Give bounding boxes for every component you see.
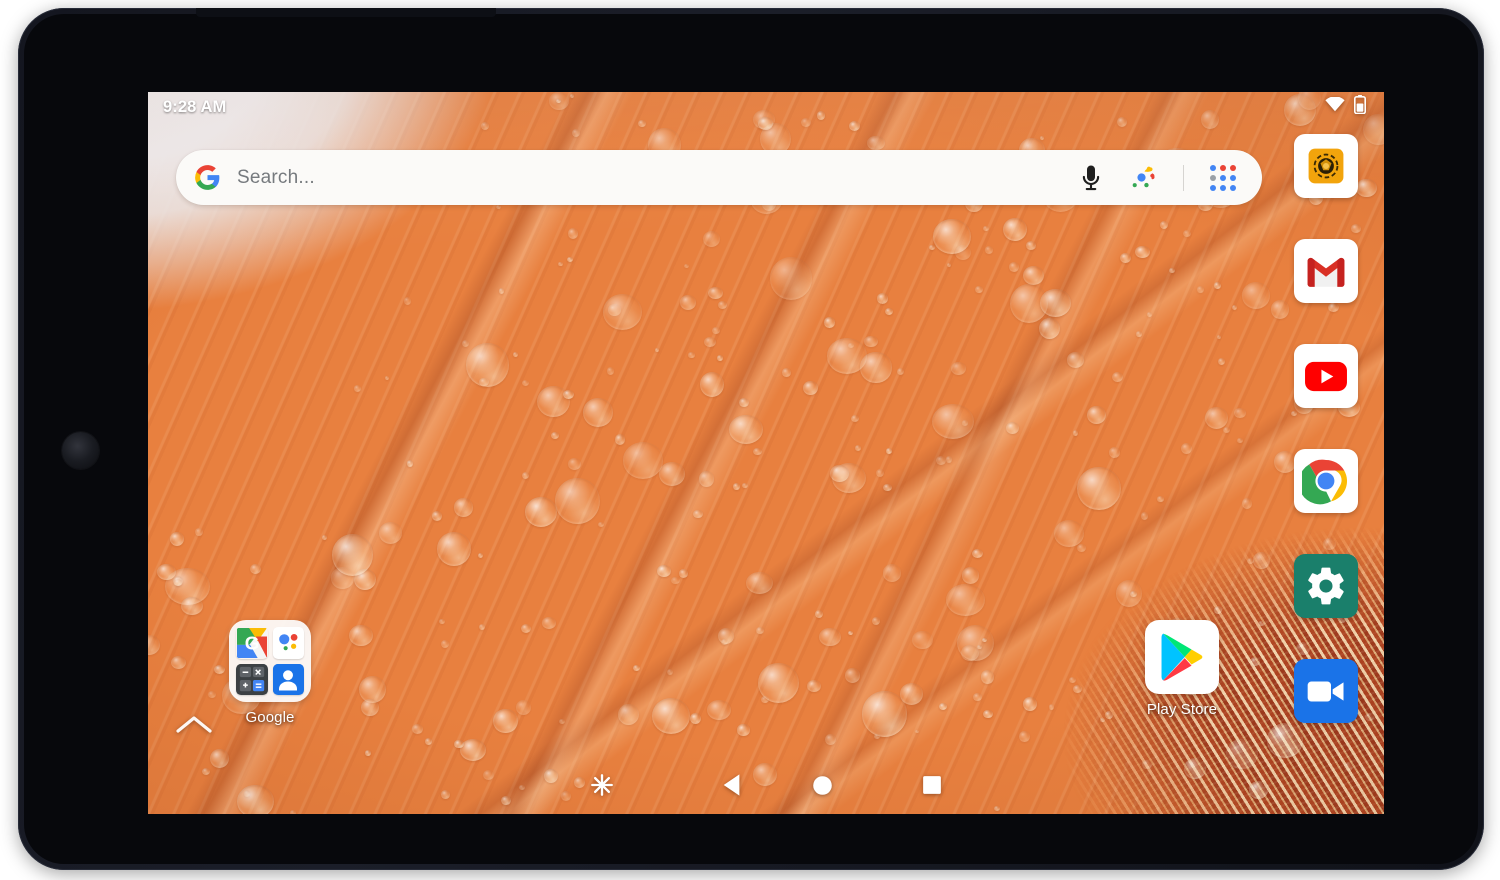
dock-app-camera[interactable] [1294, 134, 1358, 198]
contacts-icon [272, 663, 304, 695]
back-triangle-icon[interactable] [706, 759, 758, 811]
svg-text:G: G [244, 632, 259, 653]
folder-label: Google [245, 709, 295, 726]
right-app-dock [1294, 134, 1358, 723]
tablet-device: 9:28 AM Search... G Google Play Store [18, 8, 1484, 870]
wifi-icon [1325, 96, 1345, 117]
dock-app-gmail[interactable] [1294, 239, 1358, 303]
google-search-bar[interactable]: Search... [176, 150, 1262, 205]
recents-square-icon[interactable] [906, 759, 958, 811]
status-clock: 9:28 AM [163, 97, 227, 116]
chrome-icon [1294, 449, 1358, 513]
status-icon-tray [1325, 95, 1366, 119]
google-apps-grid-icon[interactable] [1210, 164, 1236, 191]
assistant-star-icon[interactable] [576, 759, 628, 811]
gmail-icon [1294, 239, 1358, 303]
google-g-logo [194, 164, 221, 191]
home-app-play-store[interactable]: Play Store [1134, 620, 1230, 718]
google-assistant-icon [272, 627, 304, 659]
home-folder-google[interactable]: G Google [222, 620, 318, 726]
play-store-icon [1145, 620, 1219, 694]
battery-icon [1354, 95, 1366, 119]
camera-icon [1294, 134, 1358, 198]
status-bar: 9:28 AM [148, 92, 1384, 122]
google-search-icon: G [236, 627, 268, 659]
google-lens-icon[interactable] [1128, 163, 1157, 192]
dock-app-youtube[interactable] [1294, 344, 1358, 408]
calculator-icon [236, 663, 268, 695]
youtube-icon [1294, 344, 1358, 408]
dock-app-settings[interactable] [1294, 554, 1358, 618]
search-input-placeholder[interactable]: Search... [237, 167, 1076, 189]
video-camera-icon [1294, 659, 1358, 723]
dock-app-duo[interactable] [1294, 659, 1358, 723]
front-camera-lens [62, 432, 99, 469]
dock-app-chrome[interactable] [1294, 449, 1358, 513]
settings-gear-icon [1294, 554, 1358, 618]
microphone-icon[interactable] [1076, 163, 1106, 193]
tablet-screen: 9:28 AM Search... G Google Play Store [148, 92, 1384, 814]
play-store-label: Play Store [1146, 701, 1218, 718]
power-button-nub[interactable] [196, 8, 496, 17]
search-bar-divider [1183, 164, 1184, 191]
app-drawer-handle[interactable] [172, 712, 216, 742]
navigation-bar [148, 756, 1384, 814]
folder-preview-tile: G [229, 620, 311, 702]
home-circle-icon[interactable] [796, 759, 848, 811]
